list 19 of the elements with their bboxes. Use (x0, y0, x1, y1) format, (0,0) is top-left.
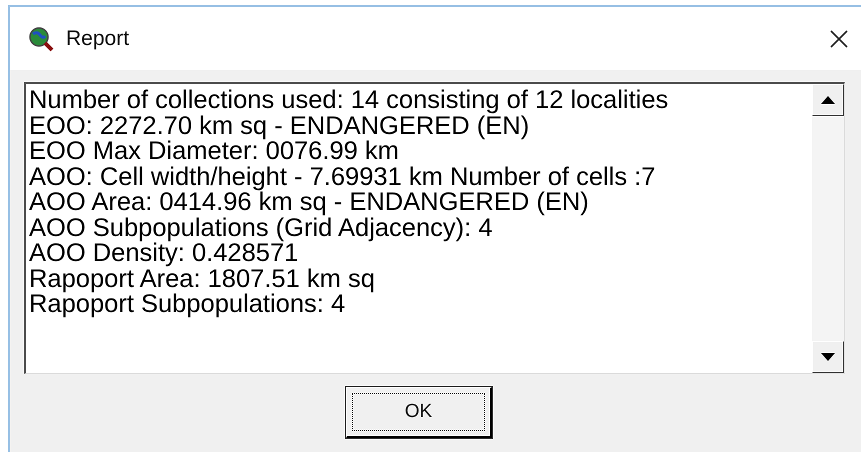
up-arrow-icon (821, 96, 835, 104)
window-title: Report (66, 26, 130, 50)
down-arrow-icon (821, 353, 835, 361)
report-line: AOO Subpopulations (Grid Adjacency): 4 (29, 216, 494, 241)
report-line: EOO: 2272.70 km sq - ENDANGERED (EN) (29, 114, 530, 139)
scroll-down-button[interactable] (812, 341, 844, 373)
report-line: Number of collections used: 14 consisting of 12 localities (29, 88, 670, 114)
report-line: Rapoport Area: 1807.51 km sq (29, 266, 376, 292)
report-line: AOO Area: 0414.96 km sq - ENDANGERED (EN) (29, 190, 590, 216)
scroll-up-button[interactable] (812, 84, 844, 116)
report-line: EOO Max Diameter: 0076.99 km (29, 139, 400, 164)
report-line: AOO Density: 0.428571 (29, 241, 298, 266)
report-line: AOO: Cell width/height - 7.69931 km Number of cells :7 (29, 164, 656, 190)
report-text-area[interactable] (24, 82, 845, 374)
globe-magnifier-icon (28, 26, 54, 52)
scrollbar[interactable] (812, 84, 844, 373)
close-icon[interactable] (829, 28, 849, 48)
report-line: Rapoport Subpopulations: 4 (29, 292, 346, 318)
ok-button[interactable]: OK (346, 387, 492, 438)
